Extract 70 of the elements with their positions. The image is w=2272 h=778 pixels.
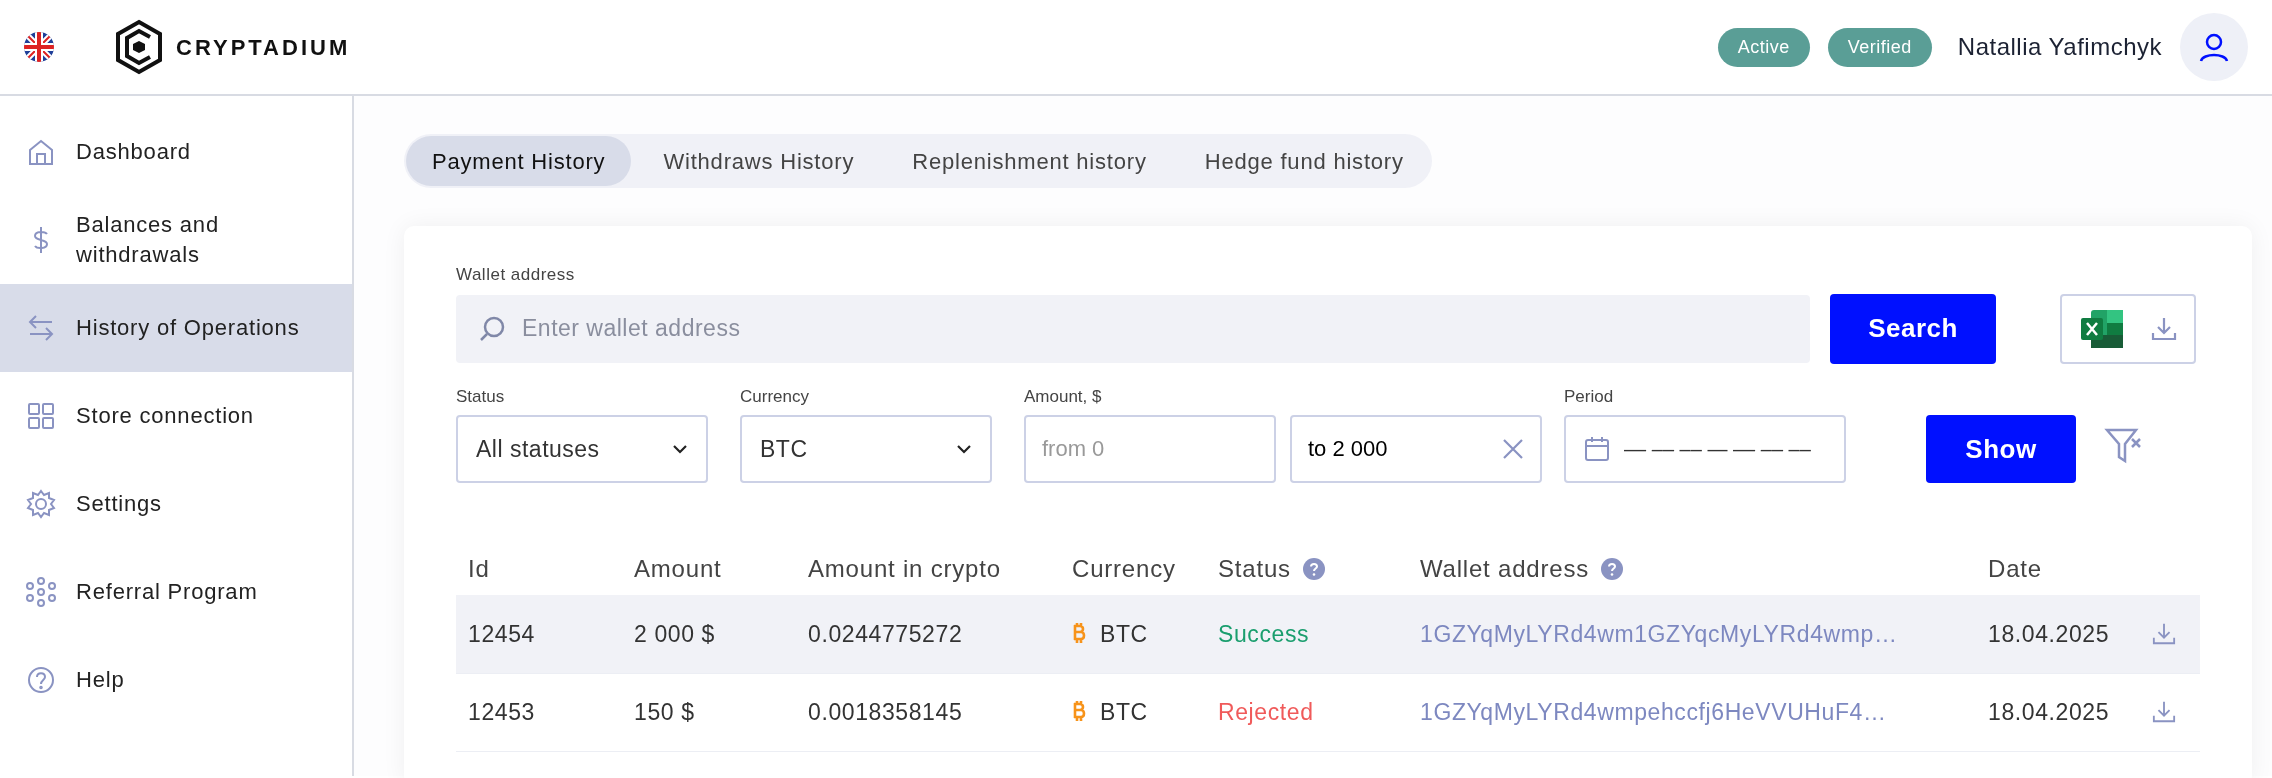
status-dropdown[interactable]: All statuses bbox=[456, 415, 708, 483]
swap-arrows-icon bbox=[26, 313, 56, 343]
amount-from-field[interactable]: from 0 bbox=[1024, 415, 1276, 483]
tab[interactable]: Payment History bbox=[406, 136, 632, 186]
status-text: Success bbox=[1218, 620, 1310, 647]
network-icon bbox=[26, 577, 56, 607]
period-field[interactable]: –– –– –– — –– –– –– bbox=[1564, 415, 1846, 483]
chevron-down-icon bbox=[672, 444, 688, 454]
chevron-down-icon bbox=[956, 444, 972, 454]
column-header: Currency bbox=[1072, 555, 1176, 582]
table-cell: 18.04.2025 bbox=[1988, 620, 2110, 647]
amount-to-field[interactable]: to 2 000 bbox=[1290, 415, 1542, 483]
download-icon[interactable] bbox=[2152, 621, 2176, 646]
table-cell: 18.04.2025 bbox=[1988, 698, 2110, 725]
status-badge: Verified bbox=[1827, 27, 1932, 67]
field-label: Period bbox=[1564, 385, 1615, 408]
tab[interactable]: Withdraws History bbox=[637, 136, 881, 186]
wallet-link: 1GZYqMyLYRd4wm1GZYqcMyLYRd4wmp… bbox=[1420, 620, 1898, 647]
table-cell: 0.0018358145 bbox=[808, 698, 963, 725]
calendar-icon bbox=[1584, 436, 1610, 462]
show-button[interactable]: Show bbox=[1926, 415, 2076, 483]
table-cell: BTC bbox=[1100, 698, 1148, 725]
column-header: Wallet address bbox=[1420, 555, 1590, 582]
user-name: Natallia Yafimchyk bbox=[1957, 32, 2162, 62]
table-cell: 0.0244775272 bbox=[808, 620, 963, 647]
uk-flag-icon[interactable] bbox=[24, 32, 54, 62]
wallet-search-field[interactable]: Enter wallet address bbox=[456, 294, 1810, 363]
excel-export-button[interactable] bbox=[2060, 293, 2196, 364]
sidebar-item[interactable]: History of Operations bbox=[0, 284, 352, 372]
settings-icon bbox=[26, 489, 56, 519]
help-icon[interactable] bbox=[1302, 558, 1325, 580]
tab[interactable]: Hedge fund history bbox=[1178, 136, 1430, 186]
column-header: Date bbox=[1988, 555, 2042, 582]
help-icon[interactable] bbox=[1601, 558, 1624, 580]
status-badge: Active bbox=[1717, 27, 1810, 67]
help-icon bbox=[26, 665, 56, 695]
field-label: Status bbox=[456, 385, 506, 408]
wallet-link: 1GZYqMyLYRd4wmpehccfj6HeVVUHuF4… bbox=[1420, 698, 1887, 725]
search-icon bbox=[478, 314, 506, 343]
table-cell: 150 $ bbox=[634, 698, 695, 725]
field-label: Wallet address bbox=[456, 264, 576, 286]
column-header: Id bbox=[468, 555, 490, 582]
wallet-address-input[interactable]: Enter wallet address bbox=[522, 298, 1788, 359]
user-icon bbox=[2198, 31, 2230, 63]
table-cell: BTC bbox=[1100, 620, 1148, 647]
table-cell: 2 000 $ bbox=[634, 620, 715, 647]
amount-to-input[interactable]: to 2 000 bbox=[1308, 419, 1502, 479]
field-label: Amount, $ bbox=[1024, 385, 1103, 408]
grid-icon bbox=[26, 401, 56, 431]
tab[interactable]: Replenishment history bbox=[886, 136, 1173, 186]
column-header: Amount bbox=[634, 555, 722, 582]
table-row[interactable]: 12453 150 $ 0.0018358145 BTC Rejected 1GZYqMyLYRd4wmpehccfj6HeVVUHuF4… 18.04.2025 bbox=[456, 673, 2200, 751]
hexagon-logo-icon bbox=[114, 19, 164, 75]
status-text: Rejected bbox=[1218, 698, 1314, 725]
column-header: Status bbox=[1218, 555, 1291, 582]
column-header: Amount in crypto bbox=[808, 555, 1001, 582]
date-range-input[interactable]: –– –– –– — –– –– –– bbox=[1624, 419, 1824, 479]
clear-icon[interactable] bbox=[1502, 438, 1524, 460]
download-icon[interactable] bbox=[2152, 700, 2176, 724]
search-button[interactable]: Search bbox=[1830, 293, 1996, 364]
download-icon bbox=[2151, 315, 2177, 342]
spreadsheet-icon bbox=[2079, 307, 2125, 350]
table-cell: 12454 bbox=[468, 620, 535, 647]
logo-text: CRYPTADIUM bbox=[176, 33, 351, 62]
field-label: Currency bbox=[740, 385, 810, 408]
currency-dropdown[interactable]: BTC bbox=[740, 415, 992, 483]
table-cell: 12453 bbox=[468, 698, 535, 725]
bitcoin-icon bbox=[1072, 699, 1086, 722]
bitcoin-icon bbox=[1072, 621, 1086, 644]
home-icon bbox=[26, 137, 56, 167]
